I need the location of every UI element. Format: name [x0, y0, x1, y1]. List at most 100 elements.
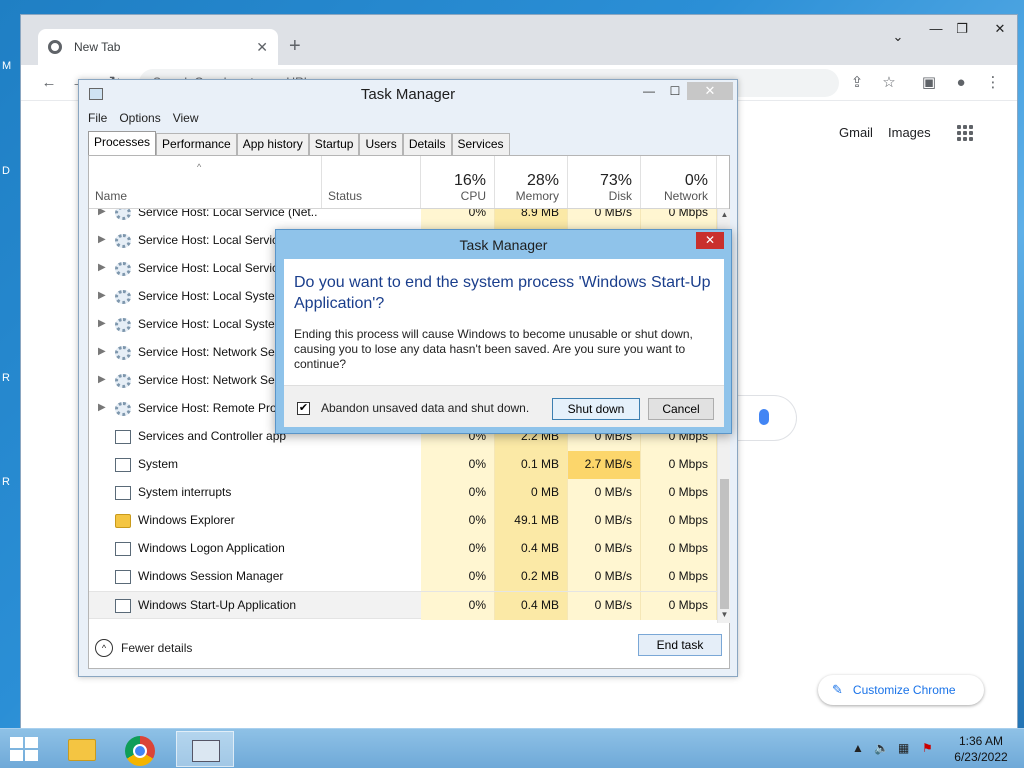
memory-cell: 0.4 MB — [495, 592, 568, 620]
taskbar-task-manager[interactable] — [176, 731, 234, 767]
back-arrow-icon[interactable]: ← — [39, 73, 59, 93]
process-name: Windows Logon Application — [138, 541, 285, 555]
scrollbar-thumb[interactable] — [720, 479, 729, 609]
table-row[interactable]: Windows Explorer 0% 49.1 MB 0 MB/s 0 Mbps — [89, 507, 717, 535]
cpu-cell: 0% — [421, 563, 495, 591]
disk-cell: 0 MB/s — [568, 535, 641, 563]
column-header-memory[interactable]: 28% Memory — [495, 156, 568, 208]
pencil-icon: ✎ — [832, 682, 843, 697]
more-menu-icon[interactable]: ⋮ — [983, 73, 1003, 93]
gear-icon — [115, 262, 131, 276]
task-manager-titlebar[interactable]: Task Manager — ☐ ✕ — [79, 80, 737, 108]
taskbar-chrome[interactable] — [112, 731, 170, 767]
new-tab-button[interactable]: + — [289, 35, 301, 58]
volume-muted-icon[interactable]: 🔈 — [874, 741, 889, 755]
tab-processes[interactable]: Processes — [88, 131, 157, 155]
end-task-button[interactable]: End task — [638, 634, 722, 656]
chevron-right-icon[interactable]: ▶ — [98, 318, 106, 329]
chevron-right-icon[interactable]: ▶ — [98, 290, 106, 301]
voice-search-icon[interactable] — [759, 409, 769, 425]
tab-new-tab[interactable]: New Tab ✕ — [38, 29, 278, 65]
minimize-icon[interactable]: — — [637, 84, 661, 102]
chrome-favicon-icon — [48, 40, 62, 54]
share-icon[interactable]: ⇪ — [847, 73, 867, 93]
customize-chrome-button[interactable]: ✎ Customize Chrome — [818, 675, 984, 705]
chevron-right-icon[interactable]: ▶ — [98, 234, 106, 245]
table-row[interactable]: Windows Start-Up Application 0% 0.4 MB 0 MB… — [89, 591, 717, 620]
menu-file[interactable]: File — [88, 111, 107, 127]
cancel-button[interactable]: Cancel — [648, 398, 714, 420]
gear-icon — [115, 209, 131, 220]
memory-total-value: 28% — [526, 172, 559, 189]
shut-down-button[interactable]: Shut down — [552, 398, 640, 420]
dialog-footer: ✔ Abandon unsaved data and shut down. Sh… — [284, 385, 724, 427]
task-manager-icon — [192, 740, 220, 762]
column-name-label: Name — [95, 189, 128, 203]
taskbar-file-explorer[interactable] — [52, 731, 110, 767]
desktop-icon-label: R — [2, 372, 10, 384]
dialog-close-icon[interactable]: ✕ — [696, 232, 724, 249]
cpu-cell: 0% — [421, 451, 495, 479]
close-icon[interactable]: ✕ — [985, 21, 1015, 45]
bookmark-star-icon[interactable]: ☆ — [879, 73, 899, 93]
app-window-icon — [115, 599, 131, 613]
chevron-right-icon[interactable]: ▶ — [98, 402, 106, 413]
fewer-details-toggle[interactable]: ^ Fewer details — [95, 639, 192, 657]
tab-services[interactable]: Services — [451, 133, 510, 155]
column-header-disk[interactable]: 73% Disk — [568, 156, 641, 208]
memory-cell: 0.1 MB — [495, 451, 568, 479]
column-status-label: Status — [328, 189, 363, 203]
scroll-down-icon[interactable]: ▼ — [718, 610, 731, 619]
column-header-cpu[interactable]: 16% CPU — [421, 156, 495, 208]
network-icon[interactable]: ▦ — [898, 741, 909, 755]
task-manager-tabs: Processes Performance App history Startu… — [88, 131, 510, 155]
images-link[interactable]: Images — [888, 125, 931, 140]
process-name: System — [138, 457, 179, 471]
memory-cell: 0 MB — [495, 479, 568, 507]
dialog-title: Task Manager — [459, 237, 548, 253]
tab-search-icon[interactable]: ⌄ — [883, 29, 913, 53]
network-cell: 0 Mbps — [641, 451, 717, 479]
chevron-right-icon[interactable]: ▶ — [98, 346, 106, 357]
cpu-cell: 0% — [421, 507, 495, 535]
google-apps-icon[interactable] — [957, 125, 973, 141]
chevron-right-icon[interactable]: ▶ — [98, 209, 106, 217]
column-header-name[interactable]: Name — [89, 156, 322, 208]
action-center-icon[interactable]: ⚑ — [922, 741, 933, 755]
maximize-icon[interactable]: ☐ — [663, 84, 687, 102]
chevron-right-icon[interactable]: ▶ — [98, 262, 106, 273]
table-row[interactable]: System interrupts 0% 0 MB 0 MB/s 0 Mbps — [89, 479, 717, 507]
table-row[interactable]: Windows Session Manager 0% 0.2 MB 0 MB/s 0 M… — [89, 563, 717, 591]
menu-view[interactable]: View — [173, 111, 199, 127]
taskbar-clock[interactable]: 1:36 AM 6/23/2022 — [944, 733, 1018, 765]
gear-icon — [115, 290, 131, 304]
column-header-status[interactable]: Status — [322, 156, 421, 208]
profile-avatar-icon[interactable]: ● — [951, 73, 971, 93]
column-header-network[interactable]: 0% Network — [641, 156, 717, 208]
tab-close-icon[interactable]: ✕ — [256, 39, 268, 56]
table-row[interactable]: Windows Logon Application 0% 0.4 MB 0 MB/s 0… — [89, 535, 717, 563]
show-hidden-icons-icon[interactable]: ▲ — [852, 741, 864, 755]
side-panel-icon[interactable]: ▣ — [919, 73, 939, 93]
tab-performance[interactable]: Performance — [156, 133, 237, 155]
maximize-icon[interactable]: ❐ — [947, 21, 977, 45]
disk-total-value: 73% — [599, 172, 632, 189]
close-icon[interactable]: ✕ — [687, 82, 733, 100]
table-row[interactable]: ▶ Service Host: Local Service (Net... 0% 8.… — [89, 209, 717, 227]
gear-icon — [115, 402, 131, 416]
tab-users[interactable]: Users — [359, 133, 403, 155]
gmail-link[interactable]: Gmail — [839, 125, 873, 140]
app-window-icon — [115, 542, 131, 556]
tab-app-history[interactable]: App history — [236, 133, 309, 155]
tab-details[interactable]: Details — [402, 133, 452, 155]
table-row[interactable]: System 0% 0.1 MB 2.7 MB/s 0 Mbps — [89, 451, 717, 479]
tab-startup[interactable]: Startup — [308, 133, 360, 155]
chevron-right-icon[interactable]: ▶ — [98, 374, 106, 385]
menu-options[interactable]: Options — [119, 111, 160, 127]
scroll-up-icon[interactable]: ▲ — [718, 210, 731, 219]
abandon-data-checkbox[interactable]: ✔ — [297, 402, 310, 415]
abandon-data-label[interactable]: Abandon unsaved data and shut down. — [321, 401, 529, 415]
start-windows-icon[interactable] — [10, 737, 40, 761]
menu-bar: File Options View — [88, 111, 199, 127]
folder-icon — [115, 514, 131, 528]
